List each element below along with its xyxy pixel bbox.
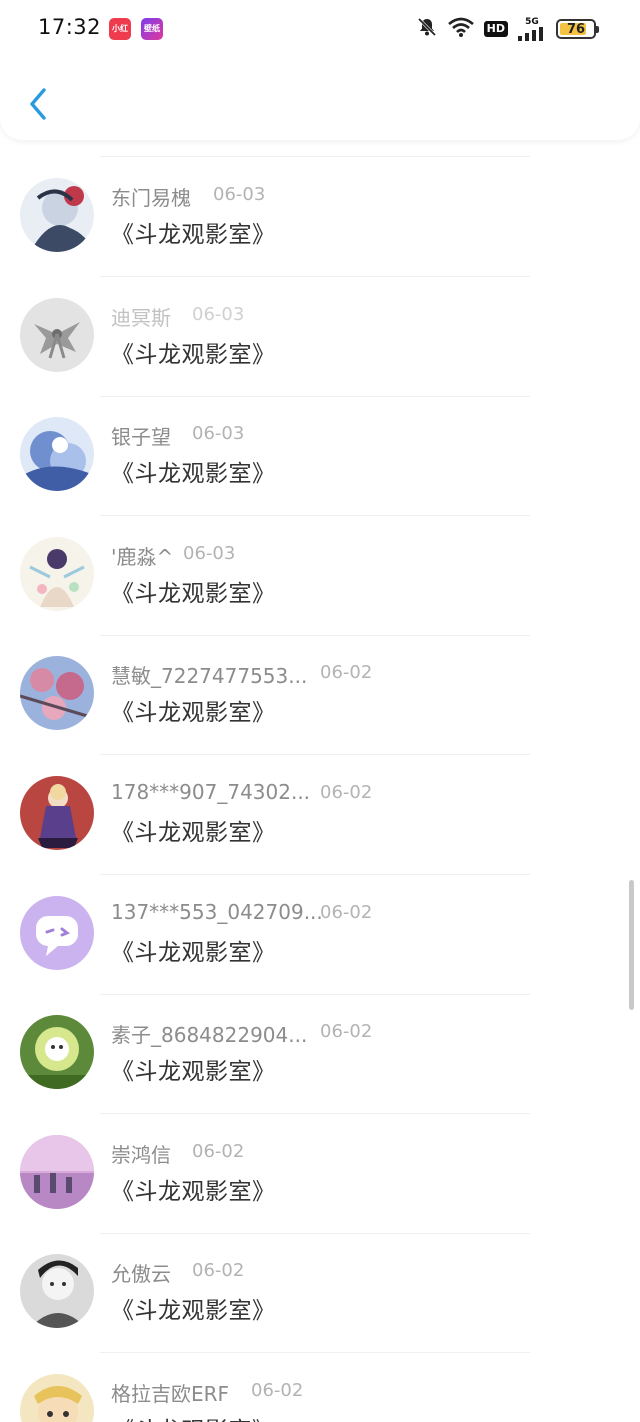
header-bar: 17:32 小红书 壁纸: [0, 0, 640, 140]
comment-author[interactable]: 银子望: [111, 421, 171, 450]
comment-author[interactable]: 东门易槐: [111, 182, 191, 211]
avatar[interactable]: [20, 1374, 94, 1422]
comment-date: 06-03: [213, 184, 266, 205]
comment-row[interactable]: 银子望 06-03 《斗龙观影室》: [0, 396, 640, 517]
avatar[interactable]: [20, 656, 94, 731]
comment-author[interactable]: 178***907_74302...: [111, 780, 310, 804]
comment-row[interactable]: 东门易槐 06-03 《斗龙观影室》: [0, 157, 640, 277]
comment-text: 《斗龙观影室》: [111, 222, 276, 248]
comment-text: 《斗龙观影室》: [111, 1411, 276, 1422]
comment-row[interactable]: 178***907_74302... 06-02 《斗龙观影室》: [0, 755, 640, 875]
avatar[interactable]: [20, 776, 94, 850]
comment-date: 06-02: [320, 901, 373, 923]
comment-row[interactable]: 允傲云 06-02 《斗龙观影室》: [0, 1233, 640, 1354]
screen: 17:32 小红书 壁纸: [0, 0, 640, 1422]
comment-author[interactable]: 慧敏_7227477553...: [111, 660, 307, 689]
status-icons: HD 5G 76: [416, 16, 599, 42]
comment-date: 06-02: [320, 662, 373, 684]
network-type: 5G: [525, 17, 539, 27]
comment-date: 06-02: [320, 1021, 373, 1043]
avatar[interactable]: [20, 1134, 94, 1209]
comment-date: 06-02: [192, 1140, 245, 1162]
comment-text: 《斗龙观影室》: [111, 700, 276, 727]
comment-date: 06-03: [192, 303, 245, 325]
comment-text: 《斗龙观影室》: [111, 939, 276, 966]
mute-bell-icon: [416, 16, 438, 42]
comment-text: 《斗龙观影室》: [111, 820, 276, 846]
comment-row[interactable]: 素子_8684822904... 06-02 《斗龙观影室》: [0, 994, 640, 1115]
battery-level: 76: [566, 21, 586, 37]
cellular-signal-icon: 5G: [518, 17, 546, 41]
comment-text: 《斗龙观影室》: [111, 1059, 276, 1086]
comment-text: 《斗龙观影室》: [111, 1298, 276, 1325]
comment-author[interactable]: 崇鸿信: [111, 1139, 171, 1168]
comment-author[interactable]: 137***553_042709...: [111, 900, 323, 924]
comment-author[interactable]: 素子_8684822904...: [111, 1019, 307, 1048]
status-time: 17:32: [38, 15, 102, 39]
comment-date: 06-03: [183, 542, 236, 564]
comment-text: 《斗龙观影室》: [111, 341, 276, 368]
wifi-icon: [447, 17, 474, 41]
back-button[interactable]: [18, 80, 58, 128]
avatar[interactable]: [20, 417, 94, 492]
avatar[interactable]: [20, 1015, 94, 1090]
comment-text: 《斗龙观影室》: [111, 1178, 276, 1205]
comment-row[interactable]: 格拉吉欧ERF 06-02 《斗龙观影室》: [0, 1353, 640, 1422]
comment-author[interactable]: 格拉吉欧ERF: [111, 1378, 229, 1407]
comment-row[interactable]: 崇鸿信 06-02 《斗龙观影室》: [0, 1114, 640, 1234]
comment-author[interactable]: 迪冥斯: [111, 302, 171, 331]
wallpaper-app-icon: 壁纸: [141, 18, 163, 40]
comment-row[interactable]: 迪冥斯 06-03 《斗龙观影室》: [0, 277, 640, 397]
status-bar: 17:32 小红书 壁纸: [0, 0, 640, 58]
comment-row[interactable]: 慧敏_7227477553... 06-02 《斗龙观影室》: [0, 635, 640, 756]
avatar[interactable]: [20, 1254, 94, 1329]
comment-author[interactable]: '鹿淼^: [111, 541, 173, 570]
xiaohongshu-app-icon: 小红书: [109, 18, 131, 40]
scrollbar[interactable]: [629, 880, 634, 1010]
hd-indicator: HD: [483, 21, 508, 37]
comment-text: 《斗龙观影室》: [111, 461, 276, 488]
comment-date: 06-02: [251, 1380, 304, 1401]
avatar[interactable]: [20, 895, 94, 970]
avatar[interactable]: [20, 178, 94, 252]
comment-date: 06-02: [320, 782, 373, 803]
comment-date: 06-02: [192, 1260, 245, 1282]
comment-text: 《斗龙观影室》: [111, 580, 276, 607]
comment-row[interactable]: 137***553_042709... 06-02 《斗龙观影室》: [0, 875, 640, 995]
chevron-left-icon: [30, 88, 46, 120]
comment-date: 06-03: [192, 423, 245, 445]
avatar[interactable]: [20, 536, 94, 611]
avatar[interactable]: [20, 297, 94, 372]
comment-author[interactable]: 允傲云: [111, 1258, 171, 1287]
battery-icon: 76: [556, 19, 599, 39]
comment-row[interactable]: '鹿淼^ 06-03 《斗龙观影室》: [0, 516, 640, 636]
